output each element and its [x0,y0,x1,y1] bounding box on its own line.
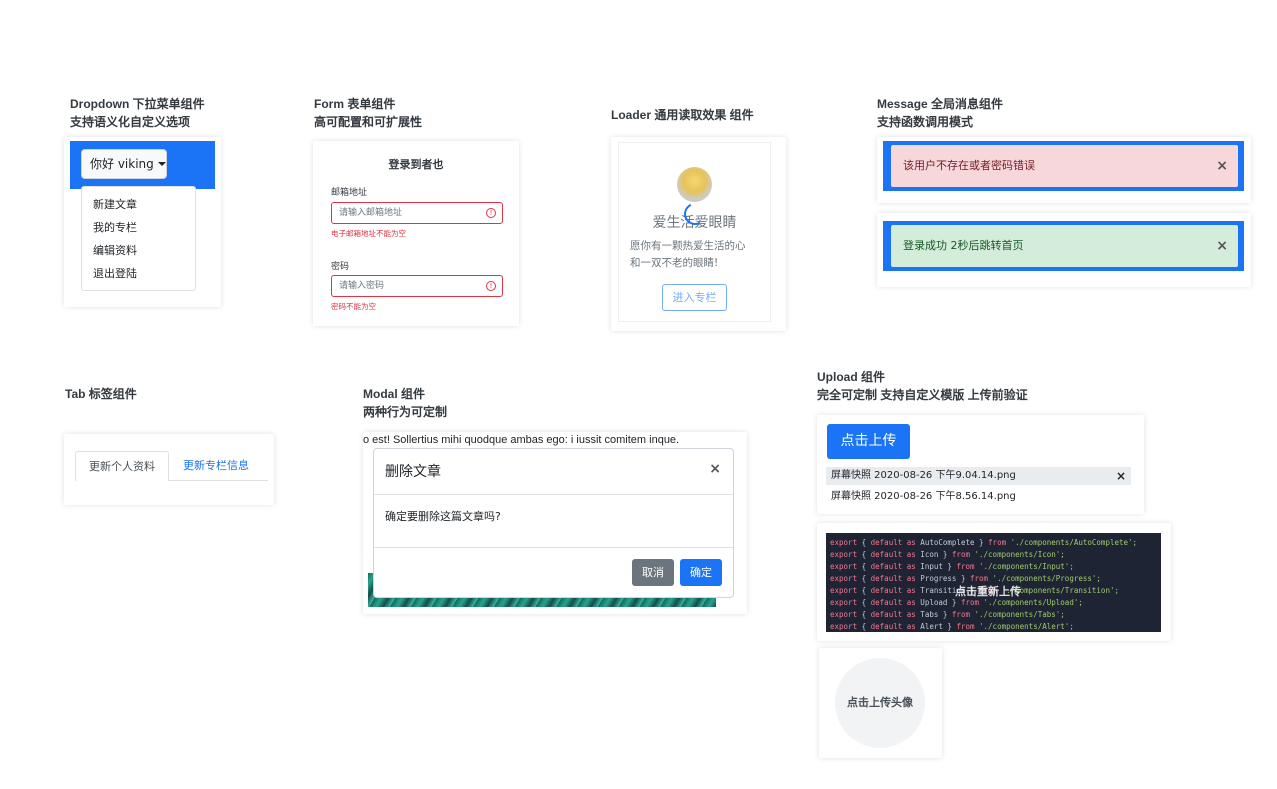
column-desc-line2: 和一双不老的眼睛! [630,257,719,269]
form-heading: 登录到者也 [388,158,444,171]
dropdown-title-line2: 支持语义化自定义选项 [70,115,191,129]
dropdown-toggle-label: 你好 viking [90,157,154,171]
reupload-overlay-text[interactable]: 点击重新上传 [955,583,1021,599]
cancel-button[interactable]: 取消 [632,559,674,586]
tab-title-line1: Tab 标签组件 [65,387,137,401]
remove-file-icon[interactable]: × [1116,467,1126,485]
modal-title-line2: 两种行为可定制 [363,405,448,419]
confirm-button[interactable]: 确定 [680,559,722,586]
message-error-text: 该用户不存在或者密码错误 [903,159,1035,172]
modal-body-text: 确定要删除这篇文章吗? [385,510,501,523]
email-label: 邮箱地址 [331,188,368,198]
message-success-alert: 登录成功 2秒后跳转首页 × [891,225,1238,267]
column-desc-line1: 愿你有一颗热爱生活的心 [630,240,746,252]
code-line: export { default as AutoComplete } from … [830,538,1138,547]
email-placeholder: 请输入邮箱地址 [339,208,403,218]
code-line: export { default as Alert } from './comp… [830,622,1074,631]
dropdown-item-new-article[interactable]: 新建文章 [82,193,195,216]
upload-title-line2: 完全可定制 支持自定义模版 上传前验证 [817,388,1028,402]
close-icon[interactable]: × [1216,145,1228,187]
error-icon: ! [486,281,496,291]
password-label: 密码 [331,262,350,272]
form-section-title: Form 表单组件 高可配置和可扩展性 [314,95,422,131]
file-name: 屏幕快照 2020-08-26 下午9.04.14.png [831,470,1016,481]
dropdown-item-logout[interactable]: 退出登陆 [82,262,195,285]
tab-update-profile[interactable]: 更新个人资料 [75,451,169,481]
message-title-line1: Message 全局消息组件 [877,97,1004,111]
dropdown-item-my-column[interactable]: 我的专栏 [82,216,195,239]
file-name: 屏幕快照 2020-08-26 下午8.56.14.png [831,491,1016,502]
modal-header-divider [374,494,733,495]
tab-section-title: Tab 标签组件 [65,385,137,403]
caret-down-icon [157,162,166,166]
background-text: o est! Sollertius mihi quodque ambas ego… [363,434,680,446]
modal-footer-divider [374,547,733,548]
message-error-alert: 该用户不存在或者密码错误 × [891,145,1238,187]
message-title-line2: 支持函数调用模式 [877,115,974,129]
loader-title-line1: Loader 通用读取效果 组件 [611,108,754,122]
modal-title: 删除文章 [385,464,441,480]
tab-update-column[interactable]: 更新专栏信息 [169,451,263,481]
error-icon: ! [486,208,496,218]
form-title-line2: 高可配置和可扩展性 [314,115,423,129]
dropdown-toggle-button[interactable]: 你好 viking [81,149,167,179]
email-error-message: 电子邮箱地址不能为空 [331,229,406,238]
code-line: export { default as Tabs } from './compo… [830,610,1065,619]
modal-section-title: Modal 组件 两种行为可定制 [363,385,447,421]
email-field[interactable]: 请输入邮箱地址 ! [331,202,503,224]
code-line: export { default as Input } from './comp… [830,562,1074,571]
password-field[interactable]: 请输入密码 ! [331,275,503,297]
close-icon[interactable]: × [1216,225,1228,267]
modal-close-icon[interactable]: × [709,461,721,477]
tab-divider [169,480,268,481]
loader-section-title: Loader 通用读取效果 组件 [611,106,754,124]
message-section-title: Message 全局消息组件 支持函数调用模式 [877,95,1003,131]
message-success-text: 登录成功 2秒后跳转首页 [903,239,1024,252]
form-title-line1: Form 表单组件 [314,97,396,111]
dropdown-section-title: Dropdown 下拉菜单组件 支持语义化自定义选项 [70,95,205,131]
modal-title-line1: Modal 组件 [363,387,425,401]
upload-title-line1: Upload 组件 [817,370,885,384]
column-description: 愿你有一颗热爱生活的心 和一双不老的眼睛! [630,238,746,272]
column-avatar-image [677,167,712,202]
dropdown-menu: 新建文章 我的专栏 编辑资料 退出登陆 [81,186,196,291]
upload-section-title: Upload 组件 完全可定制 支持自定义模版 上传前验证 [817,368,1028,404]
upload-file-item[interactable]: 屏幕快照 2020-08-26 下午9.04.14.png × [826,467,1131,485]
upload-button[interactable]: 点击上传 [827,424,910,459]
password-placeholder: 请输入密码 [339,281,385,291]
password-error-message: 密码不能为空 [331,302,376,311]
enter-column-button[interactable]: 进入专栏 [662,284,727,311]
avatar-upload-button[interactable]: 点击上传头像 [835,658,925,748]
dropdown-item-edit-profile[interactable]: 编辑资料 [82,239,195,262]
upload-file-item[interactable]: 屏幕快照 2020-08-26 下午8.56.14.png [826,488,1131,506]
dropdown-title-line1: Dropdown 下拉菜单组件 [70,97,205,111]
code-line: export { default as Icon } from './compo… [830,550,1065,559]
